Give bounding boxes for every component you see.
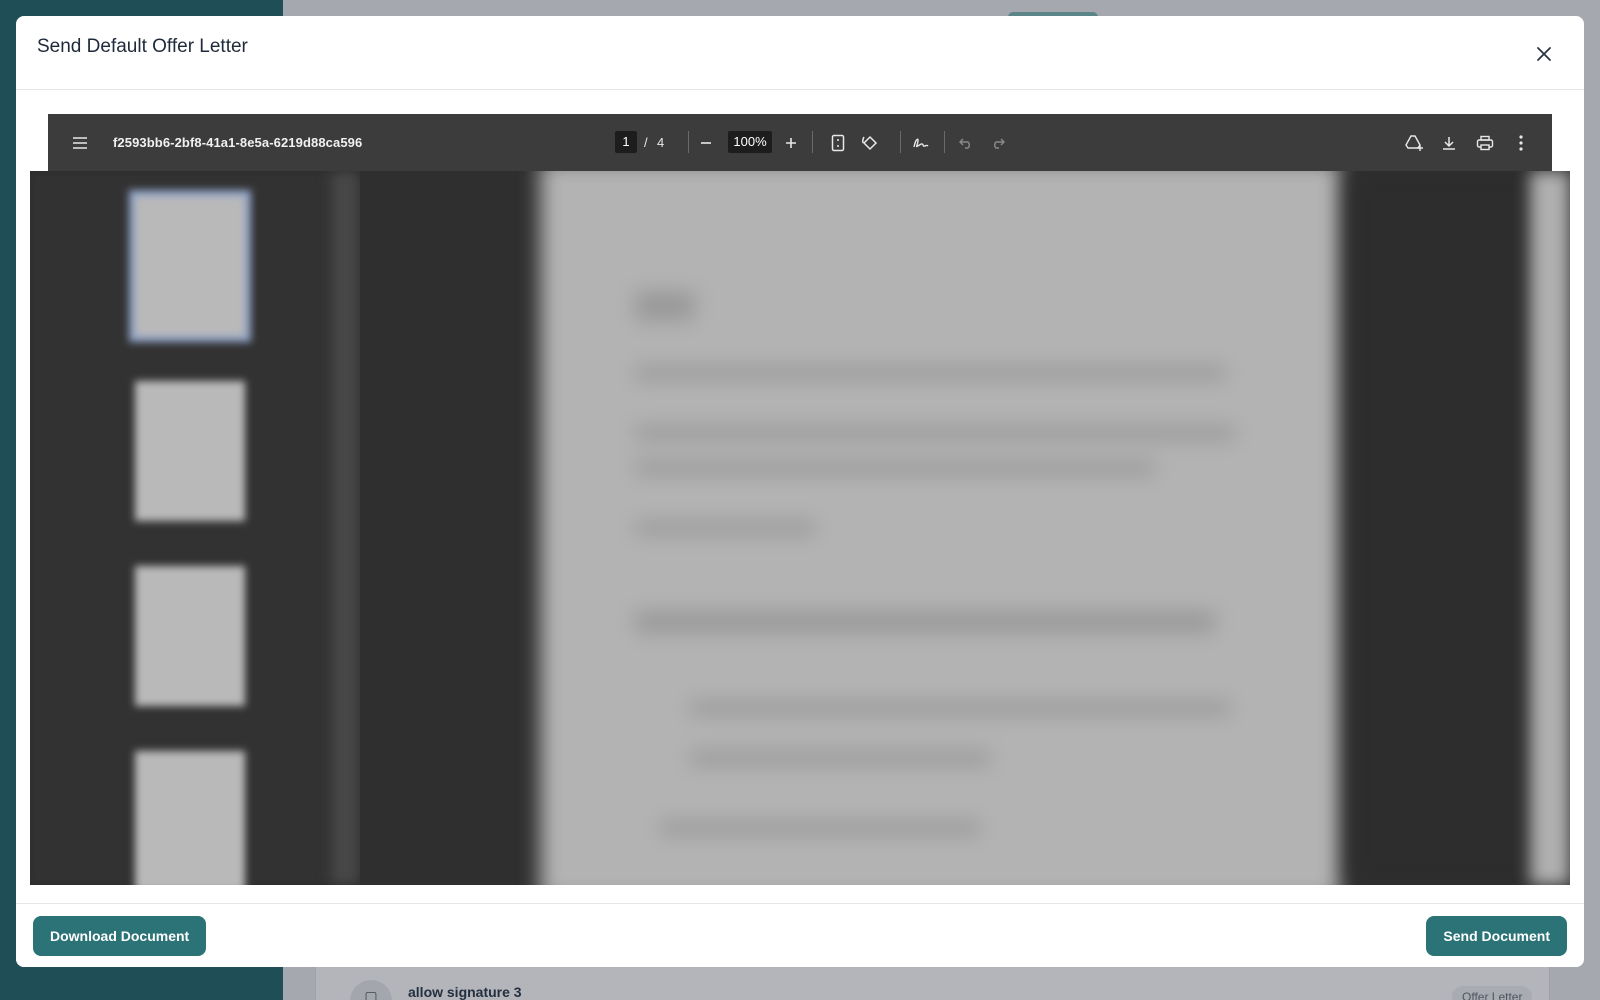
page-text-line (635, 521, 815, 535)
page-text-line (635, 366, 1225, 380)
send-offer-letter-modal: Send Default Offer Letter f2593bb6-2bf8-… (16, 16, 1584, 967)
minus-icon (701, 141, 711, 144)
pdf-toolbar: f2593bb6-2bf8-41a1-8e5a-6219d88ca596 1 /… (48, 114, 1552, 171)
page-thumbnail[interactable] (135, 381, 245, 521)
close-icon (1537, 47, 1551, 61)
scrollbar-track[interactable] (1530, 171, 1570, 885)
zoom-input[interactable]: 100% (728, 131, 772, 153)
redo-icon (994, 138, 1005, 149)
page-thumbnail[interactable] (135, 751, 245, 885)
print-button[interactable] (1470, 114, 1500, 171)
page-text-line (635, 291, 695, 321)
pane-divider (330, 171, 360, 885)
page-view (360, 171, 1570, 885)
page-text-line (690, 751, 990, 765)
close-button[interactable] (1530, 40, 1558, 68)
undo-button[interactable] (951, 114, 981, 171)
page-text-line (635, 611, 1215, 633)
send-document-button[interactable]: Send Document (1426, 916, 1567, 956)
download-pdf-button[interactable] (1434, 114, 1464, 171)
thumbnail-sidebar (30, 171, 330, 885)
download-icon (1443, 136, 1455, 150)
rotate-icon (862, 135, 878, 150)
toolbar-divider (900, 131, 901, 153)
background-card-badge: Offer Letter (1452, 986, 1533, 1000)
add-to-drive-icon (1405, 134, 1423, 151)
pdf-viewer: f2593bb6-2bf8-41a1-8e5a-6219d88ca596 1 /… (30, 114, 1570, 885)
page-thumbnail[interactable] (135, 196, 245, 336)
page-separator: / (644, 135, 648, 150)
modal-title: Send Default Offer Letter (37, 36, 248, 57)
background-card-title: allow signature 3 (408, 984, 522, 1000)
draw-signature-icon (913, 138, 929, 147)
page-text-line (635, 426, 1235, 440)
page-text-line (690, 701, 1230, 715)
file-name: f2593bb6-2bf8-41a1-8e5a-6219d88ca596 (113, 135, 363, 150)
download-document-button[interactable]: Download Document (33, 916, 207, 956)
pdf-page (540, 171, 1340, 885)
zoom-out-button[interactable] (691, 114, 721, 171)
toolbar-divider (688, 131, 689, 153)
redo-button[interactable] (983, 114, 1013, 171)
page-text-line (635, 461, 1155, 475)
rotate-button[interactable] (855, 114, 885, 171)
pdf-content-area[interactable] (30, 171, 1570, 885)
hamburger-menu-icon (73, 136, 87, 149)
more-options-button[interactable] (1506, 114, 1536, 171)
more-vertical-icon (1519, 134, 1523, 151)
annotate-button[interactable] (906, 114, 936, 171)
plus-icon (786, 137, 796, 148)
page-thumbnail[interactable] (135, 566, 245, 706)
undo-icon (959, 138, 970, 149)
modal-header: Send Default Offer Letter (16, 16, 1584, 90)
add-to-drive-button[interactable] (1399, 114, 1429, 171)
page-total: 4 (657, 135, 665, 150)
sidebar-toggle-button[interactable] (65, 114, 95, 171)
page-text-line (660, 821, 980, 835)
page-number-input[interactable]: 1 (615, 131, 637, 153)
print-icon (1476, 135, 1494, 150)
fit-page-icon (831, 134, 845, 151)
toolbar-divider (944, 131, 945, 153)
toolbar-divider (812, 131, 813, 153)
zoom-in-button[interactable] (776, 114, 806, 171)
modal-footer: Download Document Send Document (16, 903, 1584, 967)
fit-page-button[interactable] (823, 114, 853, 171)
